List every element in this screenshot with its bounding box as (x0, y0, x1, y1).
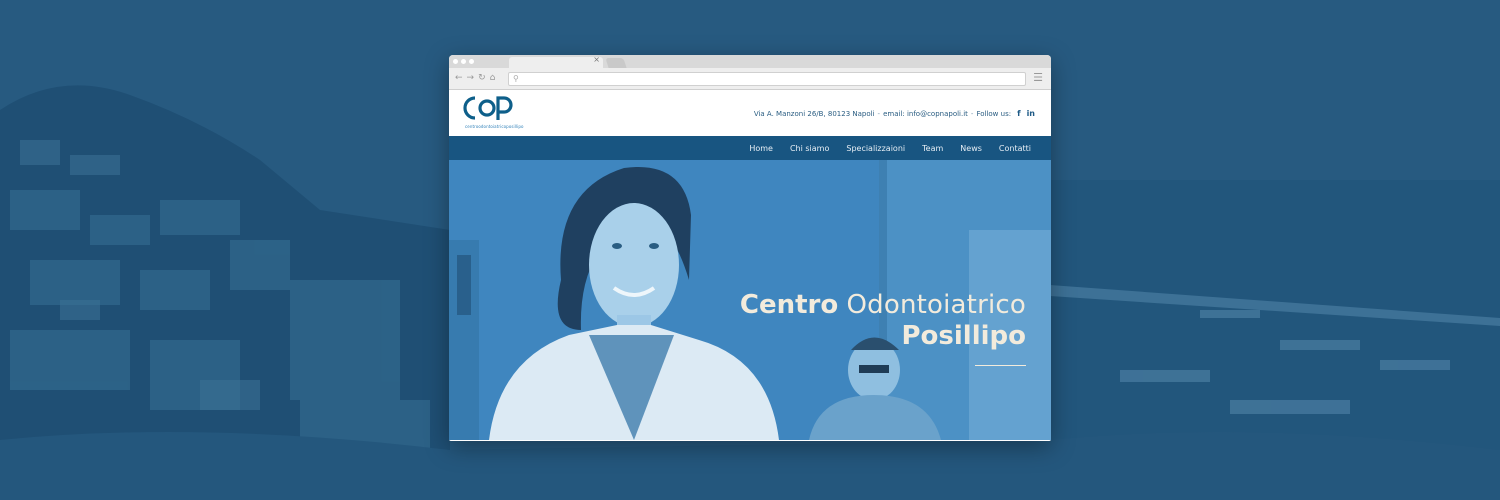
window-controls (453, 59, 474, 64)
new-tab-button[interactable] (605, 58, 627, 68)
hero-title-line-2: Posillipo (901, 320, 1026, 351)
email-link[interactable]: email: info@copnapoli.it (883, 110, 968, 118)
back-icon[interactable]: ← (455, 73, 463, 84)
nav-item-news[interactable]: News (960, 144, 982, 153)
separator: - (970, 109, 974, 118)
hero-title-bold: Centro (739, 290, 839, 320)
hero-title-light: Odontoiatrico (846, 290, 1026, 320)
site-header: centroodontoiatricoposillipo Via A. Manz… (449, 90, 1051, 136)
menu-icon[interactable]: ☰ (1033, 72, 1043, 84)
hero-title-underline (975, 365, 1026, 366)
address-text: Via A. Manzoni 26/B, 80123 Napoli (753, 109, 875, 118)
main-navigation: Home Chi siamo Specializzaioni Team News… (449, 136, 1051, 160)
browser-window: × ← → ↻ ⌂ ⚲ ☰ centroodontoiatricoposilli… (449, 55, 1051, 441)
nav-item-chi-siamo[interactable]: Chi siamo (790, 144, 829, 153)
facebook-icon[interactable]: f (1017, 109, 1020, 118)
hero-banner: Centro Odontoiatrico Posillipo (449, 160, 1051, 440)
home-icon[interactable]: ⌂ (490, 73, 496, 84)
close-window-button[interactable] (453, 59, 458, 64)
forward-icon[interactable]: → (467, 73, 475, 84)
minimize-window-button[interactable] (461, 59, 466, 64)
hero-title-line-1: Centro Odontoiatrico (740, 290, 1026, 321)
tab-close-icon[interactable]: × (593, 55, 600, 64)
linkedin-icon[interactable]: in (1027, 109, 1035, 118)
nav-item-team[interactable]: Team (922, 144, 943, 153)
nav-item-specializzazioni[interactable]: Specializzaioni (846, 144, 905, 153)
nav-item-home[interactable]: Home (749, 144, 773, 153)
reload-icon[interactable]: ↻ (478, 73, 486, 84)
logo-subtitle: centroodontoiatricoposillipo (465, 124, 524, 129)
separator: - (877, 109, 881, 118)
browser-tab[interactable]: × (509, 55, 603, 68)
contact-info: Via A. Manzoni 26/B, 80123 Napoli - emai… (754, 109, 1035, 118)
follow-label: Follow us: (976, 109, 1012, 118)
browser-titlebar: × (449, 55, 1051, 68)
hero-title: Centro Odontoiatrico Posillipo (740, 290, 1026, 351)
search-icon: ⚲ (513, 74, 519, 83)
nav-item-contatti[interactable]: Contatti (999, 144, 1031, 153)
address-bar[interactable]: ⚲ (508, 72, 1026, 86)
maximize-window-button[interactable] (469, 59, 474, 64)
browser-toolbar: ← → ↻ ⌂ ⚲ ☰ (449, 68, 1051, 90)
browser-nav-icons: ← → ↻ ⌂ (455, 73, 495, 84)
